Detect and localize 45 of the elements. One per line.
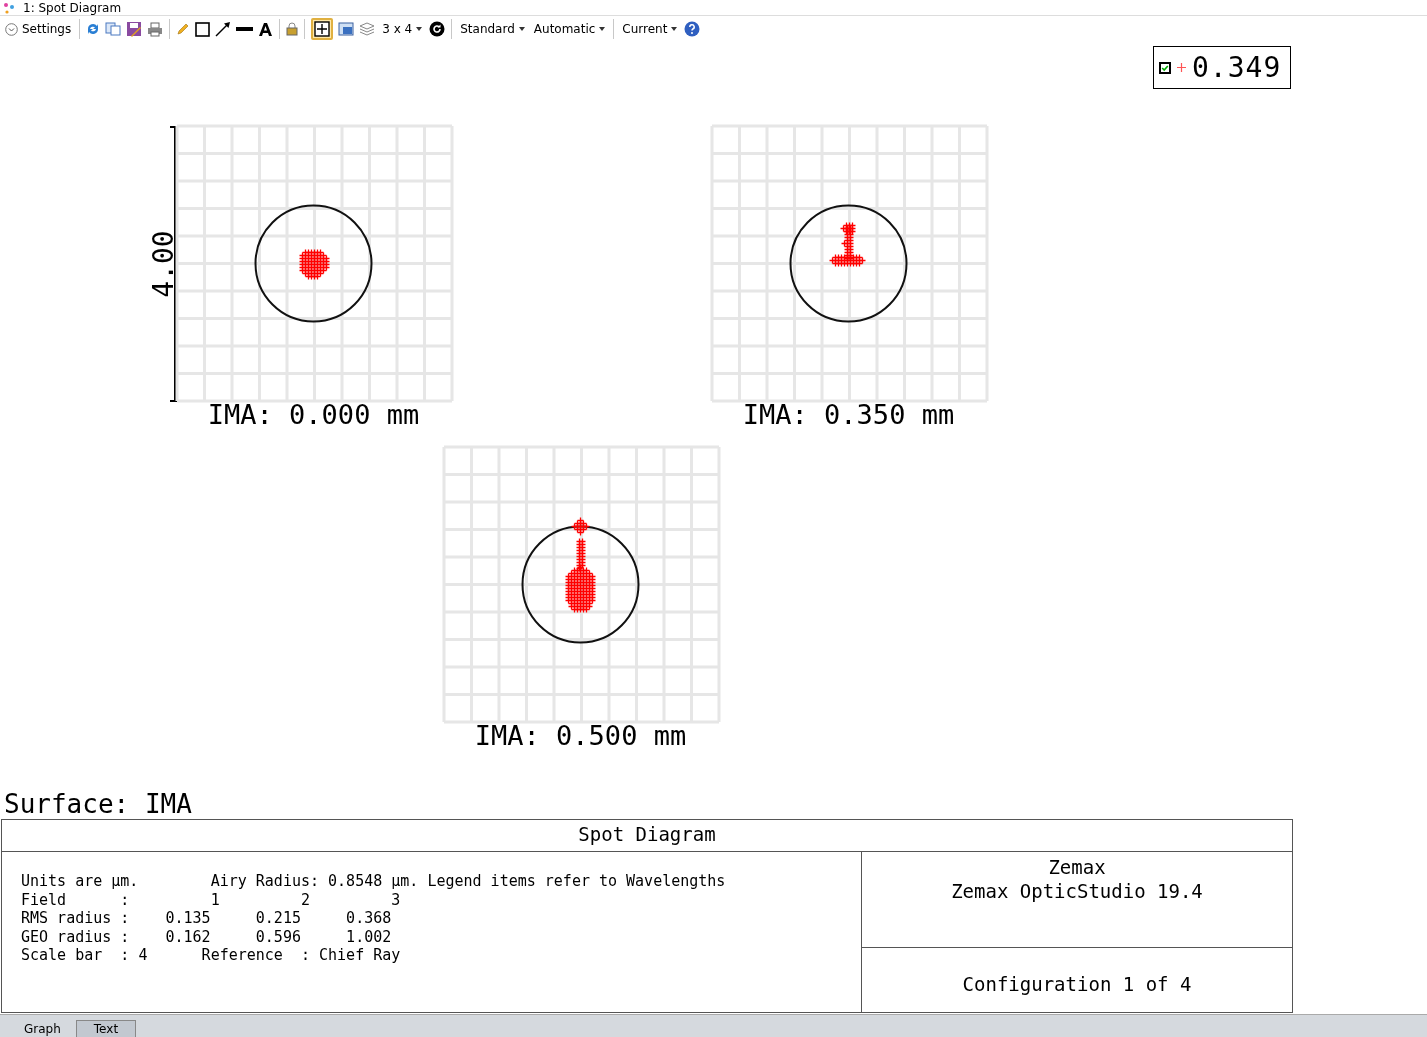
field-label: IMA: 0.000 mm bbox=[207, 399, 420, 430]
refresh-icon[interactable] bbox=[86, 22, 101, 36]
layout-toggle-button[interactable] bbox=[311, 18, 334, 40]
info-line: Field : 1 2 3 bbox=[21, 890, 402, 910]
caret-icon bbox=[416, 27, 423, 31]
field-label: IMA: 0.350 mm bbox=[742, 399, 955, 430]
text-tool-icon[interactable] bbox=[258, 21, 274, 37]
print-icon[interactable] bbox=[147, 21, 164, 37]
info-line: Scale bar : 4 Reference : Chief Ray bbox=[21, 946, 402, 965]
toolbar-dropdown[interactable]: Standard bbox=[458, 22, 527, 36]
view-tab[interactable]: Text bbox=[75, 1020, 137, 1037]
layout-size-dropdown[interactable]: 3 x 4 bbox=[380, 22, 425, 36]
scale-bar-label: 4.00 bbox=[147, 230, 180, 298]
company-line: Zemax bbox=[1047, 855, 1107, 879]
field-label: IMA: 0.500 mm bbox=[474, 720, 687, 751]
help-icon[interactable] bbox=[684, 21, 701, 37]
surface-label: Surface: IMA bbox=[3, 789, 193, 819]
info-line: Units are µm. Airy Radius: 0.8548 µm. Legend items refer to Wavelengths bbox=[21, 872, 727, 891]
save-icon[interactable] bbox=[126, 21, 143, 37]
configuration-label: Configuration 1 of 4 bbox=[962, 973, 1192, 995]
company-line: Zemax OpticStudio 19.4 bbox=[950, 879, 1204, 903]
rectangle-icon[interactable] bbox=[195, 21, 211, 37]
caret-icon bbox=[599, 27, 606, 31]
caret-icon bbox=[518, 27, 525, 31]
chevron-down-icon bbox=[5, 22, 18, 36]
info-line: RMS radius : 0.135 0.215 0.368 bbox=[21, 909, 393, 928]
settings-button[interactable]: Settings bbox=[3, 22, 74, 36]
plus-icon bbox=[1177, 63, 1186, 72]
toolbar-dropdown[interactable]: Current bbox=[620, 22, 680, 36]
window-title: 1: Spot Diagram bbox=[23, 1, 122, 14]
pencil-icon[interactable] bbox=[176, 22, 191, 36]
spot-drawing bbox=[828, 221, 867, 268]
table-title: Spot Diagram bbox=[2, 820, 1292, 852]
sparkle-icon bbox=[3, 1, 15, 14]
arrow-icon[interactable] bbox=[215, 21, 232, 37]
spot-drawing bbox=[298, 248, 331, 281]
caret-icon bbox=[671, 27, 678, 31]
layers-icon[interactable] bbox=[359, 22, 376, 36]
lock-icon[interactable] bbox=[286, 22, 299, 36]
rotate-icon[interactable] bbox=[429, 21, 446, 37]
legend-value: 0.349 bbox=[1192, 51, 1282, 84]
window-icon[interactable] bbox=[338, 22, 355, 36]
copy-icon[interactable] bbox=[105, 22, 122, 36]
toolbar-dropdown[interactable]: Automatic bbox=[531, 22, 608, 36]
info-line: GEO radius : 0.162 0.596 1.002 bbox=[21, 927, 393, 947]
